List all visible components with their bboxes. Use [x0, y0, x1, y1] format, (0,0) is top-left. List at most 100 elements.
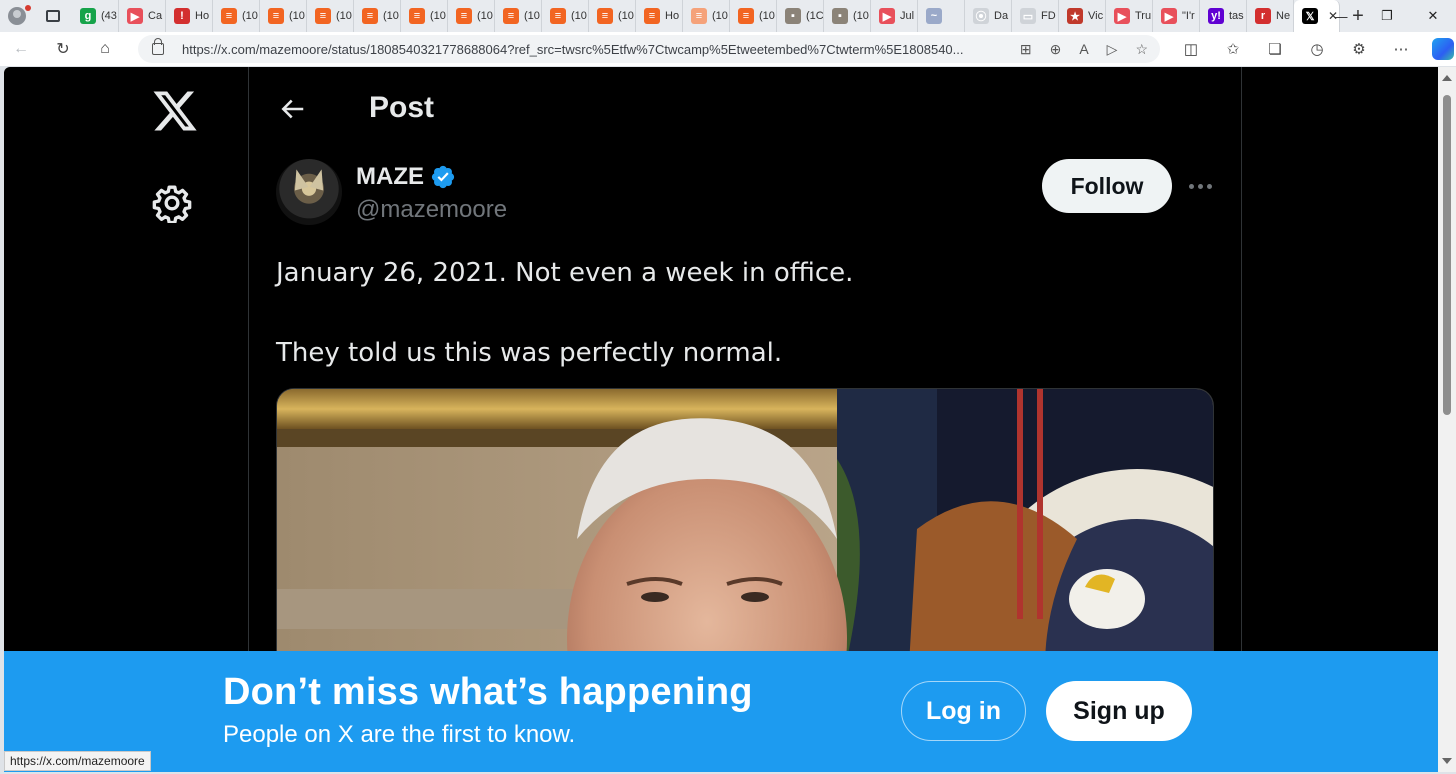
banner-subtitle: People on X are the first to know.	[223, 721, 576, 748]
browser-tab[interactable]: ▶ "I'r	[1153, 0, 1200, 32]
tab-favicon-icon: ≡	[268, 8, 284, 24]
tab-label: Ho	[665, 10, 680, 22]
tab-favicon-icon: ≡	[221, 8, 237, 24]
zoom-icon[interactable]: ⊕	[1050, 41, 1062, 58]
browser-tab[interactable]: ▶ Ca	[119, 0, 166, 32]
browser-tab[interactable]: ≡ (10	[589, 0, 636, 32]
tweet-media-video[interactable]	[276, 388, 1214, 688]
tab-favicon-icon: ▭	[1020, 8, 1036, 24]
browser-tab[interactable]: ▶ Jul	[871, 0, 918, 32]
browser-tab[interactable]: r Ne	[1247, 0, 1294, 32]
tweet-text: January 26, 2021. Not even a week in off…	[276, 253, 1206, 373]
browser-tab[interactable]: ≡ (10	[495, 0, 542, 32]
browser-tab[interactable]: ≡ (10	[354, 0, 401, 32]
tab-label: (10	[759, 10, 775, 22]
tab-favicon-icon: ≡	[550, 8, 566, 24]
tweet-line: They told us this was perfectly normal.	[276, 338, 783, 368]
address-bar[interactable]: https://x.com/mazemoore/status/180854032…	[138, 35, 1160, 63]
browser-tab[interactable]: ≡ (10	[542, 0, 589, 32]
back-nav-icon[interactable]: ←	[0, 32, 42, 66]
tab-label: Jul	[900, 10, 915, 22]
browser-tab[interactable]: ≡ (10	[730, 0, 777, 32]
settings-gear-icon[interactable]	[152, 183, 192, 223]
back-arrow-icon[interactable]	[277, 94, 307, 124]
home-icon[interactable]: ⌂	[84, 32, 126, 66]
tab-favicon-icon: ≡	[315, 8, 331, 24]
profile-avatar-icon[interactable]	[0, 0, 34, 32]
tab-favicon-icon: ▶	[1161, 8, 1177, 24]
page-scrollbar[interactable]	[1438, 67, 1456, 772]
scroll-down-icon[interactable]	[1442, 758, 1452, 764]
browser-tab[interactable]: ▭ FD	[1012, 0, 1059, 32]
browser-tab[interactable]: ▶ Tru	[1106, 0, 1153, 32]
tab-actions-icon[interactable]	[34, 0, 72, 32]
app-available-icon[interactable]: ⊞	[1020, 41, 1032, 58]
login-button[interactable]: Log in	[901, 681, 1026, 741]
follow-button[interactable]: Follow	[1042, 159, 1172, 213]
tab-favicon-icon: r	[1255, 8, 1271, 24]
tab-favicon-icon: 𝕏	[1302, 8, 1318, 24]
browser-tab[interactable]: ▪ (1C	[777, 0, 824, 32]
tab-label: (10	[853, 10, 869, 22]
minimize-icon[interactable]: —	[1318, 0, 1364, 32]
tab-favicon-icon: ★	[1067, 8, 1083, 24]
url-text[interactable]: https://x.com/mazemoore/status/180854032…	[182, 42, 967, 57]
browser-tab[interactable]: y! tas	[1200, 0, 1247, 32]
tab-label: Ca	[148, 10, 163, 22]
page-viewport: Post MAZE @mazemoore Follow January 26, …	[4, 67, 1438, 772]
tab-label: (10	[524, 10, 540, 22]
browser-tab[interactable]: ▪ (10	[824, 0, 871, 32]
browser-tab[interactable]: ≡ (10	[683, 0, 730, 32]
more-options-icon[interactable]	[1185, 173, 1215, 199]
restore-icon[interactable]: ❐	[1364, 0, 1410, 32]
verified-badge-icon[interactable]	[430, 164, 456, 190]
collections-icon[interactable]: ❏	[1254, 32, 1296, 66]
tab-label: (10	[571, 10, 587, 22]
post-header: Post	[249, 67, 1243, 147]
media-icon[interactable]: ▷	[1107, 41, 1118, 58]
split-screen-icon[interactable]: ◫	[1170, 32, 1212, 66]
favorites-icon[interactable]: ✩	[1212, 32, 1254, 66]
browser-tab[interactable]: ! Ho	[166, 0, 213, 32]
browser-tab-strip: g (43 ▶ Ca! Ho ≡ (10 ≡ (10 ≡ (10 ≡ (10 ≡ (10 ≡ (10 ≡ (10 ≡ (…	[0, 0, 1456, 32]
signup-button[interactable]: Sign up	[1046, 681, 1192, 741]
more-menu-icon[interactable]: ⋯	[1380, 32, 1422, 66]
browser-tab[interactable]: ≡ (10	[260, 0, 307, 32]
scroll-up-icon[interactable]	[1442, 75, 1452, 81]
tab-label: (1C	[806, 10, 824, 22]
favorite-star-icon[interactable]: ☆	[1135, 41, 1148, 58]
tab-favicon-icon: ▶	[879, 8, 895, 24]
browser-tab[interactable]: ≡ (10	[307, 0, 354, 32]
browser-tab[interactable]: ★ Vic	[1059, 0, 1106, 32]
tab-favicon-icon: ≡	[691, 8, 707, 24]
tab-favicon-icon: !	[174, 8, 190, 24]
browser-tab[interactable]: ≡ (10	[401, 0, 448, 32]
tab-favicon-icon: ≡	[409, 8, 425, 24]
tab-favicon-icon: ▪	[785, 8, 801, 24]
browser-tab[interactable]: ≡ (10	[213, 0, 260, 32]
extensions-icon[interactable]: ⚙	[1338, 32, 1380, 66]
tab-label: (10	[618, 10, 634, 22]
reload-icon[interactable]: ↻	[42, 32, 84, 66]
tab-label: Vic	[1088, 10, 1104, 22]
tab-favicon-icon: ≡	[456, 8, 472, 24]
browser-tab[interactable]: ⦿ Da	[965, 0, 1012, 32]
browser-tab[interactable]: ~	[918, 0, 965, 32]
lock-icon[interactable]	[152, 38, 164, 55]
browser-tab[interactable]: ≡ Ho	[636, 0, 683, 32]
history-icon[interactable]: ◷	[1296, 32, 1338, 66]
banner-title: Don’t miss what’s happening	[223, 671, 753, 713]
scroll-thumb[interactable]	[1443, 95, 1451, 415]
author-name[interactable]: MAZE	[356, 163, 424, 191]
browser-tab[interactable]: g (43	[72, 0, 119, 32]
avatar[interactable]	[276, 159, 342, 225]
browser-tab[interactable]: ≡ (10	[448, 0, 495, 32]
window-controls: — ❐ ✕	[1318, 0, 1456, 32]
author-handle[interactable]: @mazemoore	[356, 196, 507, 224]
copilot-icon[interactable]	[1422, 32, 1456, 66]
read-aloud-icon[interactable]: A	[1079, 41, 1088, 57]
close-window-icon[interactable]: ✕	[1410, 0, 1456, 32]
x-logo-icon[interactable]	[149, 87, 201, 135]
tab-favicon-icon: ≡	[362, 8, 378, 24]
tab-label: tas	[1229, 10, 1244, 22]
